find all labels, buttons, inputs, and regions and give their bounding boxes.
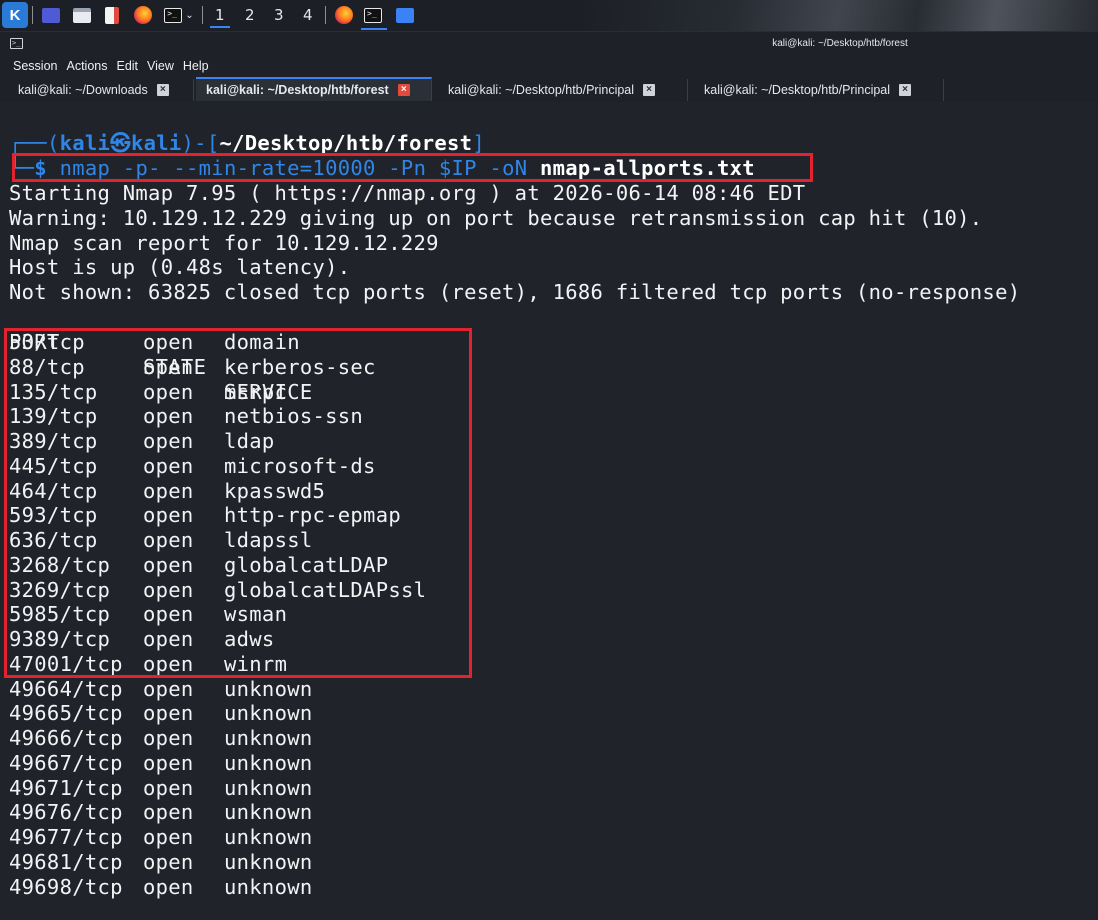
port-number: 49681/tcp xyxy=(9,849,123,874)
terminal-launcher-icon[interactable]: >_ ⌄ xyxy=(161,4,197,26)
port-row: 49677/tcp open unknown xyxy=(9,825,409,850)
port-service: unknown xyxy=(224,676,313,701)
port-row: 49666/tcp open unknown xyxy=(9,726,409,751)
workspace-1[interactable]: 1 xyxy=(210,6,230,28)
tab-bar: kali@kali: ~/Downloads × kali@kali: ~/De… xyxy=(0,77,1098,103)
port-service: unknown xyxy=(224,874,313,899)
workspace-4[interactable]: 4 xyxy=(303,6,313,24)
show-desktop-icon[interactable] xyxy=(42,4,60,26)
port-service: unknown xyxy=(224,849,313,874)
prompt-user-host: kali㉿kali xyxy=(59,131,182,155)
port-table-header: PORT STATE SERVICE xyxy=(9,305,409,404)
prompt-bracket: ] xyxy=(472,131,485,155)
menu-help[interactable]: Help xyxy=(183,59,209,73)
panel-separator xyxy=(325,6,326,24)
port-state: open xyxy=(143,750,194,775)
files-task-icon[interactable] xyxy=(396,4,414,26)
port-number: 49676/tcp xyxy=(9,800,123,825)
menu-actions[interactable]: Actions xyxy=(66,59,107,73)
desktop-panel: K >_ ⌄ 1 2 3 4 >_ xyxy=(0,0,1098,31)
port-number: 49666/tcp xyxy=(9,726,123,750)
output-line: Nmap scan report for 10.129.12.229 xyxy=(9,231,439,255)
port-service: unknown xyxy=(224,726,313,750)
tab-label: kali@kali: ~/Desktop/htb/Principal xyxy=(448,83,635,97)
close-icon[interactable]: × xyxy=(397,84,410,96)
port-row: 49665/tcp open unknown xyxy=(9,701,409,726)
port-row: 49667/tcp open unknown xyxy=(9,751,409,776)
panel-separator xyxy=(202,6,203,24)
port-service: unknown xyxy=(224,825,313,849)
chevron-down-icon[interactable]: ⌄ xyxy=(185,10,193,21)
menu-session[interactable]: Session xyxy=(13,59,57,73)
port-service: unknown xyxy=(224,750,313,775)
tab-label: kali@kali: ~/Downloads xyxy=(18,83,148,97)
port-state: open xyxy=(143,849,194,874)
port-number: 49665/tcp xyxy=(9,701,123,726)
panel-separator xyxy=(32,6,33,24)
output-line: Not shown: 63825 closed tcp ports (reset… xyxy=(9,280,1021,304)
window-title: kali@kali: ~/Desktop/htb/forest xyxy=(772,38,908,49)
port-state: open xyxy=(143,676,194,701)
port-service: unknown xyxy=(224,800,313,825)
close-icon[interactable]: × xyxy=(643,84,656,96)
close-icon[interactable]: × xyxy=(156,84,169,96)
port-state: open xyxy=(143,775,194,800)
port-state: open xyxy=(143,726,194,750)
menu-view[interactable]: View xyxy=(147,59,174,73)
wallpaper-strip xyxy=(578,0,1098,31)
port-service: unknown xyxy=(224,701,313,726)
tab-principal[interactable]: kali@kali: ~/Desktop/htb/Principal × xyxy=(438,79,688,101)
ports-highlight-box xyxy=(4,328,472,678)
port-state: open xyxy=(143,874,194,899)
prompt-corner: ┌── xyxy=(9,131,47,155)
output-line: Warning: 10.129.12.229 giving up on port… xyxy=(9,206,983,230)
terminal-task-icon[interactable]: >_ xyxy=(364,4,382,26)
tab-forest[interactable]: kali@kali: ~/Desktop/htb/forest × xyxy=(196,77,432,101)
terminal-output[interactable]: ┌──(kali㉿kali)-[~/Desktop/htb/forest] └─… xyxy=(0,102,1098,920)
port-number: 49671/tcp xyxy=(9,775,123,800)
port-row: 49681/tcp open unknown xyxy=(9,850,409,875)
tab-downloads[interactable]: kali@kali: ~/Downloads × xyxy=(8,79,194,101)
close-icon[interactable]: × xyxy=(899,84,912,96)
workspace-3[interactable]: 3 xyxy=(274,6,284,24)
prompt-paren: ( xyxy=(46,131,60,155)
port-state: open xyxy=(143,701,194,726)
port-state: open xyxy=(143,800,194,825)
port-state: open xyxy=(143,825,194,849)
kali-menu-icon[interactable]: K xyxy=(2,2,28,28)
active-task-indicator xyxy=(361,28,387,30)
port-row: 49676/tcp open unknown xyxy=(9,800,409,825)
workspace-2[interactable]: 2 xyxy=(245,6,255,24)
output-line: Host is up (0.48s latency). xyxy=(9,255,351,279)
port-row: 49698/tcp open unknown xyxy=(9,875,409,900)
output-line: Starting Nmap 7.95 ( https://nmap.org ) … xyxy=(9,181,806,205)
port-number: 49664/tcp xyxy=(9,676,123,701)
tab-label: kali@kali: ~/Desktop/htb/forest xyxy=(206,83,389,97)
port-number: 49677/tcp xyxy=(9,825,123,849)
menu-edit[interactable]: Edit xyxy=(116,59,138,73)
window-titlebar: >_ kali@kali: ~/Desktop/htb/forest xyxy=(0,31,1098,56)
text-editor-icon[interactable] xyxy=(105,4,119,26)
tab-principal-2[interactable]: kali@kali: ~/Desktop/htb/Principal × xyxy=(694,79,944,101)
tab-label: kali@kali: ~/Desktop/htb/Principal xyxy=(704,83,891,97)
port-number: 49698/tcp xyxy=(9,874,123,899)
port-row: 49671/tcp open unknown xyxy=(9,776,409,801)
prompt-separator: )-[ xyxy=(181,131,220,155)
port-service: unknown xyxy=(224,775,313,800)
prompt-path: ~/Desktop/htb/forest xyxy=(219,131,473,155)
command-highlight-box xyxy=(12,153,813,182)
port-number: 49667/tcp xyxy=(9,750,123,775)
file-manager-icon[interactable] xyxy=(73,4,91,26)
firefox-icon[interactable] xyxy=(134,4,152,26)
menu-bar: Session Actions Edit View Help xyxy=(0,55,1098,77)
firefox-task-icon[interactable] xyxy=(335,4,353,26)
port-row: 49664/tcp open unknown xyxy=(9,677,409,702)
